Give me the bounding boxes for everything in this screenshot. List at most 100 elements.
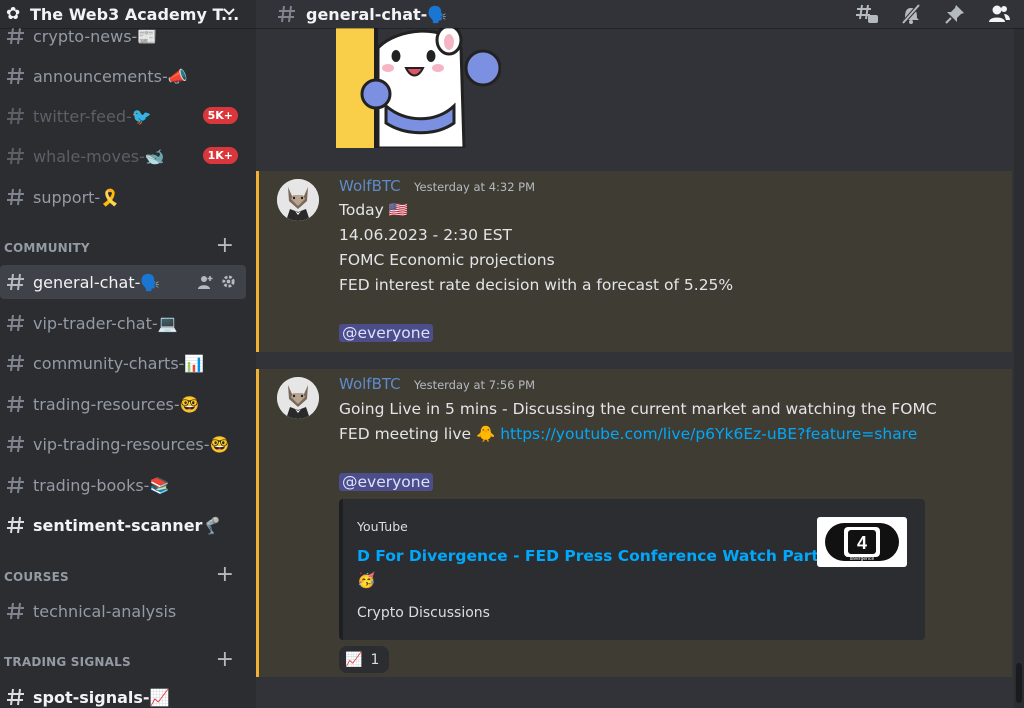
header-toolbar	[854, 0, 1012, 28]
channel-name: trading-books-📚	[33, 475, 170, 495]
channel-vip-trader-chat[interactable]: vip-trader-chat-💻	[0, 306, 248, 340]
hash-icon	[276, 3, 298, 25]
hash-icon	[5, 145, 27, 167]
hash-icon	[5, 105, 27, 127]
channel-name: spot-signals-📈	[33, 687, 170, 707]
embed-thumbnail[interactable]: 4 divergence	[817, 517, 907, 567]
channel-sentiment-scanner[interactable]: sentiment-scanner🦿	[0, 508, 248, 542]
category-courses[interactable]: COURSES +	[4, 564, 244, 587]
channel-spot-signals[interactable]: spot-signals-📈	[0, 680, 248, 708]
server-name: The Web3 Academy T...	[30, 4, 240, 24]
hash-icon	[5, 65, 27, 87]
reaction-count: 1	[370, 651, 380, 668]
channel-name: general-chat-🗣️	[33, 272, 161, 292]
message-text-line2: FED meeting live 🐥 https://youtube.com/l…	[339, 425, 917, 443]
link-embed: YouTube D For Divergence - FED Press Con…	[339, 499, 925, 640]
hash-icon	[5, 25, 27, 47]
channel-support[interactable]: support-🎗️	[0, 180, 248, 214]
channel-name: support-🎗️	[33, 187, 121, 207]
unread-badge: 5K+	[202, 107, 238, 124]
channel-technical-analysis[interactable]: technical-analysis	[0, 594, 248, 628]
hash-icon	[5, 514, 27, 536]
scrollbar[interactable]	[1014, 28, 1024, 708]
avatar[interactable]	[277, 377, 319, 419]
channel-name: community-charts-📊	[33, 353, 205, 373]
bunny-sticker[interactable]	[336, 28, 501, 148]
embed-provider[interactable]: YouTube	[357, 519, 408, 534]
channel-trading-books[interactable]: trading-books-📚	[0, 468, 248, 502]
channel-vip-trading-resources[interactable]: vip-trading-resources-🤓	[0, 427, 248, 461]
channel-name: technical-analysis	[33, 601, 177, 621]
message-text: FED meeting live	[339, 425, 472, 443]
invite-icon[interactable]	[197, 274, 213, 294]
message-text: Going Live in 5 mins - Discussing the cu…	[339, 400, 937, 418]
channel-name: sentiment-scanner🦿	[33, 515, 223, 535]
member-list-icon[interactable]	[986, 3, 1012, 25]
channel-whale-moves[interactable]: whale-moves-🐋 1K+	[0, 139, 248, 173]
thumbnail-logo-subtext: divergence	[850, 556, 875, 562]
channel-announcements[interactable]: announcements-📣	[0, 59, 248, 93]
channel-twitter-feed[interactable]: twitter-feed-🐦 5K+	[0, 99, 248, 133]
hash-icon	[5, 352, 27, 374]
channel-name: vip-trader-chat-💻	[33, 313, 178, 333]
hash-icon	[5, 433, 27, 455]
channel-name: crypto-news-📰	[33, 26, 158, 46]
channel-sidebar: ✿ The Web3 Academy T... crypto-news-📰 an…	[0, 0, 256, 708]
category-label: TRADING SIGNALS	[4, 655, 131, 669]
pin-icon[interactable]	[942, 3, 968, 25]
reaction-chart-increasing[interactable]: 📈 1	[339, 646, 389, 673]
category-label: COMMUNITY	[4, 241, 90, 255]
everyone-mention[interactable]: @everyone	[339, 473, 434, 491]
message-author[interactable]: WolfBTC	[339, 375, 401, 393]
message[interactable]: WolfBTC Yesterday at 4:32 PM Today 🇺🇸 14…	[256, 171, 1012, 352]
channel-actions	[197, 274, 236, 294]
message-author[interactable]: WolfBTC	[339, 177, 401, 195]
channel-trading-resources[interactable]: trading-resources-🤓	[0, 387, 248, 421]
chevron-down-icon	[222, 5, 236, 23]
add-channel-icon[interactable]: +	[216, 564, 234, 586]
mute-notifications-icon[interactable]	[898, 3, 924, 25]
message-text: 14.06.2023 - 2:30 EST	[339, 226, 513, 244]
embed-title[interactable]: D For Divergence - FED Press Conference …	[357, 547, 829, 565]
message[interactable]: WolfBTC Yesterday at 7:56 PM Going Live …	[256, 369, 1012, 677]
channel-community-charts[interactable]: community-charts-📊	[0, 346, 248, 380]
message-text: FED interest rate decision with a foreca…	[339, 276, 734, 294]
hash-icon	[5, 474, 27, 496]
chart-increasing-emoji: 📈	[345, 651, 363, 668]
hash-icon	[5, 186, 27, 208]
everyone-mention[interactable]: @everyone	[339, 324, 434, 342]
hash-icon	[5, 393, 27, 415]
thumbnail-logo-text: 4	[857, 533, 867, 553]
message-timestamp: Yesterday at 7:56 PM	[414, 378, 536, 392]
hash-icon	[5, 600, 27, 622]
channel-name: vip-trading-resources-🤓	[33, 434, 230, 454]
channel-name: twitter-feed-🐦	[33, 106, 152, 126]
gear-icon[interactable]	[221, 274, 236, 294]
hash-icon	[5, 312, 27, 334]
category-label: COURSES	[4, 570, 69, 584]
category-community[interactable]: COMMUNITY +	[4, 235, 244, 258]
channel-name: whale-moves-🐋	[33, 146, 165, 166]
message-list: WolfBTC Yesterday at 4:32 PM Today 🇺🇸 14…	[256, 28, 1014, 708]
message-text: FOMC Economic projections	[339, 251, 555, 269]
scrollbar-thumb[interactable]	[1016, 663, 1022, 703]
threads-icon[interactable]	[854, 3, 880, 25]
avatar[interactable]	[277, 179, 319, 221]
add-channel-icon[interactable]: +	[216, 235, 234, 257]
embed-description: Crypto Discussions	[357, 605, 490, 621]
server-header[interactable]: ✿ The Web3 Academy T...	[0, 0, 256, 28]
channel-title: general-chat-🗣️	[306, 4, 448, 24]
channel-header: general-chat-🗣️	[256, 0, 1024, 28]
add-channel-icon[interactable]: +	[216, 649, 234, 671]
category-trading-signals[interactable]: TRADING SIGNALS +	[4, 649, 244, 672]
hash-icon	[5, 271, 27, 293]
youtube-link[interactable]: https://youtube.com/live/p6Yk6Ez-uBE?fea…	[500, 425, 917, 443]
server-settings-icon: ✿	[6, 4, 21, 24]
message-text: Today 🇺🇸	[339, 201, 409, 219]
unread-badge: 1K+	[202, 147, 238, 164]
chick-emoji: 🐥	[475, 425, 496, 443]
partying-emoji: 🥳	[357, 571, 376, 589]
channel-name: trading-resources-🤓	[33, 394, 200, 414]
channel-general-chat[interactable]: general-chat-🗣️	[0, 265, 246, 299]
hash-icon	[5, 686, 27, 708]
